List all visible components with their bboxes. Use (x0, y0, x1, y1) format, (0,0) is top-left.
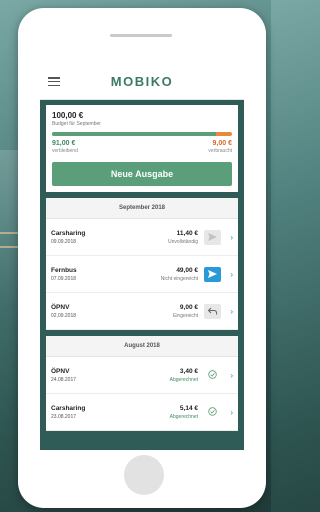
check-circle-action-button[interactable] (204, 405, 221, 420)
chevron-right-icon[interactable]: › (224, 371, 233, 380)
send-action-button[interactable] (204, 265, 221, 283)
expense-name: Fernbus (51, 266, 77, 274)
phone-frame: MOBIKO 100,00 € Budget für September 91,… (18, 8, 266, 508)
remaining-label: verbleibend (52, 148, 78, 154)
chevron-right-icon[interactable]: › (224, 307, 233, 316)
expense-name: ÖPNV (51, 367, 70, 375)
app-logo: MOBIKO (110, 74, 174, 89)
budget-progress-fill (52, 132, 216, 136)
expense-date: 23.08.2017 (51, 413, 77, 420)
used-label: verbraucht (208, 148, 232, 154)
chevron-right-icon[interactable]: › (224, 408, 233, 417)
expense-date: 07.09.2018 (51, 275, 77, 282)
month-section: September 2018 Carsharing 09.09.2018 11,40 … (46, 198, 238, 330)
expense-row[interactable]: Fernbus 07.09.2018 49,00 € Nicht eingereich… (46, 256, 238, 293)
check-circle-icon (208, 366, 217, 384)
budget-amount: 100,00 € (52, 111, 84, 120)
expense-row[interactable]: Carsharing 23.08.2017 5,14 € Abgerechnet › (46, 394, 238, 431)
expense-name: Carsharing (51, 229, 86, 237)
hamburger-menu-icon[interactable] (48, 77, 60, 86)
expense-name: Carsharing (51, 404, 86, 412)
expense-status: Eingereicht (172, 312, 198, 319)
used-value: 9,00 € (212, 140, 232, 147)
budget-progress-bar (52, 132, 232, 136)
expense-date: 09.09.2018 (51, 238, 77, 245)
expense-row[interactable]: ÖPNV 24.08.2017 3,40 € Abgerechnet › (46, 357, 238, 394)
expense-amount: 49,00 € (176, 266, 198, 274)
budget-card: 100,00 € Budget für September 91,00 € ve… (46, 105, 238, 192)
remaining-value: 91,00 € (52, 140, 76, 147)
expense-amount: 3,40 € (179, 367, 198, 375)
phone-speaker (110, 34, 172, 37)
month-header: September 2018 (46, 198, 238, 219)
expense-date: 02.09.2018 (51, 312, 77, 319)
expense-amount: 11,40 € (176, 229, 198, 237)
expense-row[interactable]: ÖPNV 02.09.2018 9,00 € Eingereicht › (46, 293, 238, 330)
send-icon (208, 265, 217, 283)
expense-row[interactable]: Carsharing 09.09.2018 11,40 € Unvollständig… (46, 219, 238, 256)
send-icon (208, 228, 217, 246)
expense-status: Abgerechnet (169, 413, 198, 420)
expense-name: ÖPNV (51, 303, 70, 311)
month-header: August 2018 (46, 336, 238, 357)
expense-date: 24.08.2017 (51, 376, 77, 383)
undo-icon (207, 302, 217, 320)
expense-list: September 2018 Carsharing 09.09.2018 11,40 … (40, 198, 244, 431)
budget-subtitle: Budget für September (52, 121, 101, 127)
chevron-right-icon[interactable]: › (224, 233, 233, 242)
expense-status: Nicht eingereicht (160, 275, 198, 282)
check-circle-icon (208, 403, 217, 421)
app-bar: MOBIKO (40, 64, 244, 100)
budget-summary-row: 91,00 € verbleibend 9,00 € verbraucht (52, 140, 232, 154)
expense-amount: 9,00 € (179, 303, 198, 311)
month-section: August 2018 ÖPNV 24.08.2017 3,40 € Abgerechn… (46, 336, 238, 431)
new-expense-button[interactable]: Neue Ausgabe (52, 162, 232, 186)
expense-amount: 5,14 € (179, 404, 198, 412)
home-button[interactable] (124, 455, 164, 495)
undo-action-button[interactable] (204, 302, 221, 320)
send-action-button[interactable] (204, 228, 221, 246)
check-circle-action-button[interactable] (204, 368, 221, 383)
phone-screen: MOBIKO 100,00 € Budget für September 91,… (40, 64, 244, 450)
expense-status: Unvollständig (167, 238, 198, 245)
expense-status: Abgerechnet (169, 376, 198, 383)
chevron-right-icon[interactable]: › (224, 270, 233, 279)
